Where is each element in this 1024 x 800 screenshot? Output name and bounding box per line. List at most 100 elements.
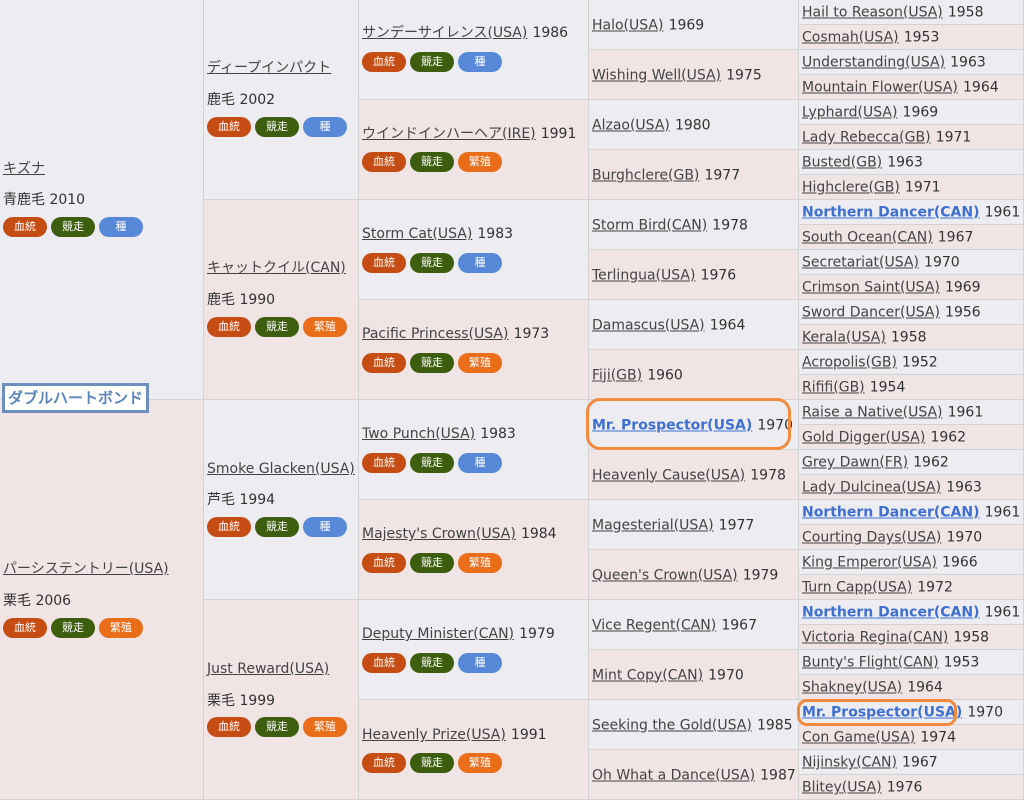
gen4-name-link[interactable]: Oh What a Dance(USA) <box>592 767 755 783</box>
gen4-name-link[interactable]: Wishing Well(USA) <box>592 67 721 83</box>
gen5-name-link[interactable]: Secretariat(USA) <box>802 255 919 271</box>
gen5-name-link[interactable]: Northern Dancer(CAN) <box>802 205 980 221</box>
race-badge[interactable]: 競走 <box>410 453 454 473</box>
gen5-name-link[interactable]: Lady Rebecca(GB) <box>802 130 931 146</box>
race-badge[interactable]: 競走 <box>410 253 454 273</box>
gen5-name-link[interactable]: Con Game(USA) <box>802 730 915 746</box>
pedigree-badge[interactable]: 血統 <box>207 517 251 537</box>
gen5-name-link[interactable]: South Ocean(CAN) <box>802 230 933 246</box>
gen5-name-link[interactable]: Victoria Regina(CAN) <box>802 630 948 646</box>
gen5-name-link[interactable]: Mountain Flower(USA) <box>802 80 958 96</box>
race-badge[interactable]: 競走 <box>410 152 454 172</box>
broodmare-badge[interactable]: 繁殖 <box>99 618 143 638</box>
broodmare-badge[interactable]: 繁殖 <box>458 353 502 373</box>
gen5-name-link[interactable]: Gold Digger(USA) <box>802 430 925 446</box>
gen4-name-link[interactable]: Fiji(GB) <box>592 367 642 383</box>
gen5-name-link[interactable]: Courting Days(USA) <box>802 530 941 546</box>
gen2-name-link[interactable]: ディープインパクト <box>207 59 331 77</box>
gen4-name-link[interactable]: Heavenly Cause(USA) <box>592 467 745 483</box>
gen4-name-link[interactable]: Storm Bird(CAN) <box>592 217 707 233</box>
race-badge[interactable]: 競走 <box>410 653 454 673</box>
pedigree-badge[interactable]: 血統 <box>362 553 406 573</box>
gen2-name-link[interactable]: Just Reward(USA) <box>207 660 329 678</box>
race-badge[interactable]: 競走 <box>255 117 299 137</box>
gen3-name-link[interactable]: Deputy Minister(CAN) <box>362 626 514 642</box>
gen5-name-link[interactable]: Lyphard(USA) <box>802 105 897 121</box>
gen2-name-link[interactable]: Smoke Glacken(USA) <box>207 460 355 478</box>
broodmare-badge[interactable]: 繁殖 <box>458 152 502 172</box>
gen3-name-link[interactable]: Two Punch(USA) <box>362 426 475 442</box>
broodmare-badge[interactable]: 繁殖 <box>303 317 347 337</box>
race-badge[interactable]: 競走 <box>255 517 299 537</box>
gen4-name-link[interactable]: Halo(USA) <box>592 17 663 33</box>
gen4-name-link[interactable]: Burghclere(GB) <box>592 167 699 183</box>
gen5-name-link[interactable]: Busted(GB) <box>802 155 882 171</box>
gen5-name-link[interactable]: Kerala(USA) <box>802 330 886 346</box>
race-badge[interactable]: 競走 <box>410 753 454 773</box>
gen5-name-link[interactable]: Rififi(GB) <box>802 380 865 396</box>
gen5-name-link[interactable]: Highclere(GB) <box>802 180 900 196</box>
pedigree-badge[interactable]: 血統 <box>362 353 406 373</box>
gen5-name-link[interactable]: Hail to Reason(USA) <box>802 5 943 21</box>
gen4-name-link[interactable]: Mint Copy(CAN) <box>592 667 703 683</box>
pedigree-badge[interactable]: 血統 <box>207 317 251 337</box>
gen3-name-link[interactable]: Majesty's Crown(USA) <box>362 526 516 542</box>
gen5-name-link[interactable]: Blitey(USA) <box>802 780 882 796</box>
pedigree-badge[interactable]: 血統 <box>362 253 406 273</box>
pedigree-badge[interactable]: 血統 <box>207 717 251 737</box>
pedigree-badge[interactable]: 血統 <box>362 52 406 72</box>
sire-name-link[interactable]: キズナ <box>3 160 45 178</box>
gen5-name-link[interactable]: Sword Dancer(USA) <box>802 305 940 321</box>
gen5-name-link[interactable]: Lady Dulcinea(USA) <box>802 480 941 496</box>
gen4-name-link[interactable]: Vice Regent(CAN) <box>592 617 716 633</box>
stud-badge[interactable]: 種 <box>303 517 347 537</box>
broodmare-badge[interactable]: 繁殖 <box>458 553 502 573</box>
race-badge[interactable]: 競走 <box>410 353 454 373</box>
pedigree-badge[interactable]: 血統 <box>362 653 406 673</box>
pedigree-badge[interactable]: 血統 <box>3 217 47 237</box>
gen4-name-link[interactable]: Terlingua(USA) <box>592 267 695 283</box>
gen4-name-link[interactable]: Alzao(USA) <box>592 117 670 133</box>
gen5-name-link[interactable]: Raise a Native(USA) <box>802 405 943 421</box>
gen3-name-link[interactable]: ウインドインハーヘア(IRE) <box>362 126 536 142</box>
stud-badge[interactable]: 種 <box>458 52 502 72</box>
gen4-name-link[interactable]: Damascus(USA) <box>592 317 705 333</box>
dam-name-link[interactable]: パーシステントリー(USA) <box>3 560 169 578</box>
pedigree-badge[interactable]: 血統 <box>362 453 406 473</box>
race-badge[interactable]: 競走 <box>410 52 454 72</box>
gen5-name-link[interactable]: Grey Dawn(FR) <box>802 455 908 471</box>
gen5-name-link[interactable]: Bunty's Flight(CAN) <box>802 655 939 671</box>
gen5-name-link[interactable]: Shakney(USA) <box>802 680 902 696</box>
gen2-name-link[interactable]: キャットクイル(CAN) <box>207 259 346 277</box>
race-badge[interactable]: 競走 <box>255 317 299 337</box>
broodmare-badge[interactable]: 繁殖 <box>458 753 502 773</box>
pedigree-badge[interactable]: 血統 <box>362 152 406 172</box>
race-badge[interactable]: 競走 <box>255 717 299 737</box>
gen5-name-link[interactable]: King Emperor(USA) <box>802 555 937 571</box>
gen5-name-link[interactable]: Cosmah(USA) <box>802 30 899 46</box>
gen5-name-link[interactable]: Acropolis(GB) <box>802 355 897 371</box>
gen3-name-link[interactable]: サンデーサイレンス(USA) <box>362 25 527 41</box>
stud-badge[interactable]: 種 <box>99 217 143 237</box>
race-badge[interactable]: 競走 <box>410 553 454 573</box>
race-badge[interactable]: 競走 <box>51 217 95 237</box>
gen3-name-link[interactable]: Pacific Princess(USA) <box>362 326 508 342</box>
pedigree-badge[interactable]: 血統 <box>207 117 251 137</box>
race-badge[interactable]: 競走 <box>51 618 95 638</box>
gen5-name-link[interactable]: Turn Capp(USA) <box>802 580 912 596</box>
gen4-name-link[interactable]: Seeking the Gold(USA) <box>592 717 752 733</box>
gen4-name-link[interactable]: Queen's Crown(USA) <box>592 567 738 583</box>
stud-badge[interactable]: 種 <box>303 117 347 137</box>
gen5-name-link[interactable]: Nijinsky(CAN) <box>802 755 897 771</box>
stud-badge[interactable]: 種 <box>458 253 502 273</box>
stud-badge[interactable]: 種 <box>458 653 502 673</box>
gen5-name-link[interactable]: Crimson Saint(USA) <box>802 280 940 296</box>
gen3-name-link[interactable]: Heavenly Prize(USA) <box>362 727 506 743</box>
gen3-name-link[interactable]: Storm Cat(USA) <box>362 226 472 242</box>
broodmare-badge[interactable]: 繁殖 <box>303 717 347 737</box>
pedigree-badge[interactable]: 血統 <box>362 753 406 773</box>
gen5-name-link[interactable]: Northern Dancer(CAN) <box>802 505 980 521</box>
gen5-name-link[interactable]: Northern Dancer(CAN) <box>802 605 980 621</box>
stud-badge[interactable]: 種 <box>458 453 502 473</box>
gen5-name-link[interactable]: Understanding(USA) <box>802 55 945 71</box>
